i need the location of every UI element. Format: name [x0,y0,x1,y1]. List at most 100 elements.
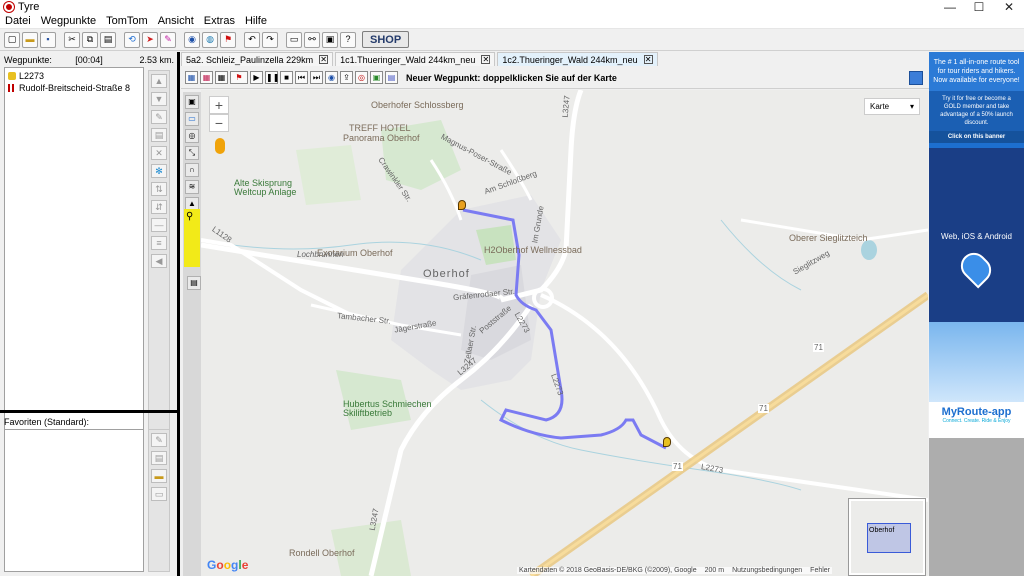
line-icon[interactable]: — [151,218,167,232]
reverse-route-icon[interactable]: ⟲ [124,31,140,48]
vertical-divider[interactable] [177,52,180,576]
magnet-icon[interactable]: ∩ [185,163,199,177]
edit-favorite-icon[interactable]: ✎ [151,433,167,447]
close-button[interactable]: ✕ [994,0,1024,14]
search-highlight-tool[interactable]: ⚲ [184,209,200,267]
map-type-select[interactable]: Karte ▾ [864,98,920,115]
tool-icon[interactable]: ✕ [151,146,167,160]
zoom-out-button[interactable]: − [209,114,229,132]
play-icon[interactable]: ▶ [250,71,263,84]
filter-icon[interactable]: ⇵ [151,200,167,214]
settings-gear-icon[interactable]: ✻ [151,164,167,178]
open-folder-icon[interactable]: ▬ [22,31,38,48]
monitor-icon[interactable]: ▭ [185,112,199,126]
overview-minimap[interactable]: Oberhof [849,499,925,575]
label-a71-a: 71 [813,343,824,352]
map-view[interactable]: + − Karte ▾ Oberhofer Schlossberg TREFF … [201,90,928,576]
skip-forward-icon[interactable]: ⏭ [310,71,323,84]
save-icon[interactable]: ▪ [40,31,56,48]
route-time: [00:04] [75,55,103,65]
maximize-button[interactable]: ☐ [964,0,994,14]
ad-banner[interactable]: The # 1 all-in-one route tool for tour r… [929,52,1024,438]
motorbike-route-icon[interactable]: ⚑ [230,71,248,84]
error-link[interactable]: Fehler [810,567,830,574]
tab-route-2[interactable]: 1c1.Thueringer_Wald 244km_neu ✕ [335,52,496,66]
delete-favorite-icon[interactable]: ▤ [151,451,167,465]
road-l2273 [540,293,928,502]
title-bar: Tyre [0,0,1024,14]
map-photo-icon[interactable]: ▣ [185,95,199,109]
start-marker-icon[interactable] [458,200,466,210]
new-file-icon[interactable]: ▢ [4,31,20,48]
close-tab-icon[interactable]: ✕ [319,55,329,64]
waypoints-label: Wegpunkte: [4,55,52,65]
send-icon[interactable]: ➤ [142,31,158,48]
cut-icon[interactable]: ✂ [64,31,80,48]
pause-icon[interactable]: ❚❚ [265,71,279,84]
zoom-in-button[interactable]: + [209,96,229,114]
poi-search-icon[interactable]: ◎ [355,71,368,84]
pin-icon[interactable]: ✎ [160,31,176,48]
comment-icon[interactable]: ▭ [151,487,167,501]
edit-icon[interactable]: ✎ [151,110,167,124]
resize-icon[interactable]: ⤡ [185,146,199,160]
grid-icon[interactable]: ▦ [215,71,228,84]
view-icon[interactable]: ▭ [286,31,302,48]
menu-bar: Datei Wegpunkte TomTom Ansicht Extras Hi… [0,14,1024,29]
layers-icon[interactable]: ▤ [187,276,201,290]
map-settings-icon[interactable] [909,71,923,85]
menu-extras[interactable]: Extras [199,15,240,27]
panel-divider[interactable] [0,410,178,413]
copy-icon[interactable]: ⧉ [82,31,98,48]
scale-label: 200 m [704,567,725,574]
export-icon[interactable]: ⇪ [340,71,353,84]
document-icon[interactable]: ▤ [385,71,398,84]
sort-icon[interactable]: ⇅ [151,182,167,196]
paste-icon[interactable]: ▤ [100,31,116,48]
move-up-icon[interactable]: ▲ [151,74,167,88]
tab-route-1[interactable]: 5a2. Schleiz_Paulinzella 229km ✕ [181,52,334,66]
sound-icon[interactable]: ◀ [151,254,167,268]
pegman-icon[interactable] [215,138,225,154]
minimize-button[interactable]: — [935,0,965,14]
close-tab-icon[interactable]: ✕ [481,55,491,64]
compass-icon[interactable]: ◎ [185,129,199,143]
window-icon[interactable]: ▣ [322,31,338,48]
list-item[interactable]: L2273 [8,70,140,82]
menu-tomtom[interactable]: TomTom [101,15,153,27]
terms-link[interactable]: Nutzungsbedingungen [732,567,802,574]
menu-datei[interactable]: Datei [0,15,36,27]
image-icon[interactable]: ▣ [370,71,383,84]
end-marker-icon[interactable] [663,437,671,447]
skip-back-icon[interactable]: ⏮ [295,71,308,84]
wifi-icon[interactable]: ≋ [185,180,199,194]
redo-icon[interactable]: ↷ [262,31,278,48]
menu-wegpunkte[interactable]: Wegpunkte [36,15,101,27]
map-globe-icon[interactable]: ◉ [325,71,338,84]
help-icon[interactable]: ? [340,31,356,48]
ad-click-link[interactable]: Click on this banner [929,131,1024,143]
globe-icon[interactable]: ◉ [184,31,200,48]
favorites-list[interactable] [4,429,144,572]
calculator-icon[interactable]: ▦ [185,71,198,84]
menu-ansicht[interactable]: Ansicht [153,15,199,27]
open-favorite-icon[interactable]: ▬ [151,469,167,483]
close-tab-icon[interactable]: ✕ [643,55,653,64]
earth-icon[interactable]: ◍ [202,31,218,48]
favorites-label: Favoriten (Standard): [4,417,90,427]
list-item[interactable]: Rudolf-Breitscheid-Straße 8 [8,82,140,94]
menu-hilfe[interactable]: Hilfe [240,15,272,27]
undo-icon[interactable]: ↶ [244,31,260,48]
shop-button[interactable]: SHOP [362,31,410,48]
label-a71-b: 71 [758,404,769,413]
motorbike-icon[interactable]: ⚑ [220,31,236,48]
google-logo: Google [207,558,249,572]
delete-icon[interactable]: ▤ [151,128,167,142]
tab-route-3[interactable]: 1c2.Thueringer_Wald 244km_neu ✕ [497,52,658,66]
move-down-icon[interactable]: ▼ [151,92,167,106]
waypoint-list[interactable]: L2273 Rudolf-Breitscheid-Straße 8 [4,67,144,439]
list-icon[interactable]: ≡ [151,236,167,250]
binoculars-icon[interactable]: ⚯ [304,31,320,48]
stop-icon[interactable]: ■ [280,71,293,84]
list-view-icon[interactable]: ▦ [200,71,213,84]
